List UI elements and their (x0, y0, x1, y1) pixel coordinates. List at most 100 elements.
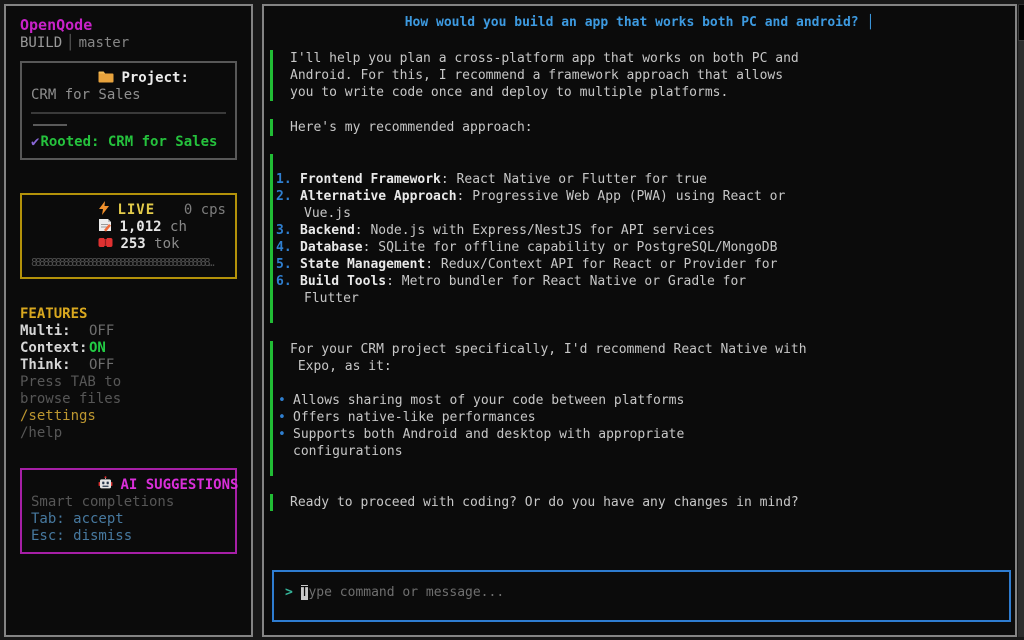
token-unit-label: tok (154, 236, 179, 253)
char-unit (162, 219, 170, 236)
feature-value: ON (89, 340, 106, 356)
feature-value: OFF (89, 323, 114, 339)
project-label: Project: (121, 70, 188, 87)
item-term: Alternative Approach (300, 189, 457, 204)
feature-hint: Press TAB to (20, 374, 237, 391)
features-hints: Press TAB tobrowse files (20, 374, 237, 408)
numbered-item: 3.Backend: Node.js with Express/NestJS f… (276, 222, 1015, 239)
command-link[interactable]: /settings (20, 408, 237, 425)
sidebar-panel: OpenQode BUILD│master Project: CRM for S… (4, 4, 253, 637)
feature-value: OFF (89, 357, 114, 373)
bullet-list: •Allows sharing most of your code betwee… (290, 392, 1015, 460)
numbered-item: 1.Frontend Framework: React Native or Fl… (276, 171, 1015, 188)
bullet-text: Supports both Android and desktop with a… (293, 427, 684, 442)
feature-toggle[interactable]: Multi:OFF (20, 323, 237, 340)
app-subtitle: BUILD│master (20, 34, 237, 52)
item-text: : Metro bundler for React Native or Grad… (386, 274, 746, 289)
ai-shortcut: Esc: dismiss (31, 528, 226, 545)
command-input[interactable]: > Type command or message... (272, 570, 1011, 622)
bullet-glyph: • (278, 392, 293, 409)
input-placeholder: ype command or message... (308, 585, 504, 600)
assistant-line: Expo, as it: (290, 358, 1015, 375)
activity-sparkline: 8888888888888888888888888888888888888888… (31, 255, 226, 270)
bullet-glyph: • (278, 409, 293, 426)
project-box: Project: CRM for Sales ✔ Rooted: CRM for… (20, 61, 237, 160)
item-number: 3. (276, 222, 300, 239)
bullet-text: Allows sharing most of your code between… (293, 393, 684, 408)
item-number: 5. (276, 256, 300, 273)
check-icon: ✔ (31, 134, 39, 151)
chat-panel: How would you build an app that works bo… (262, 4, 1017, 637)
numbered-item-continuation: Flutter (304, 290, 1015, 307)
user-question-text: How would you build an app that works bo… (405, 15, 867, 30)
item-term: Frontend Framework (300, 172, 441, 187)
char-count: 1,012 (119, 219, 161, 236)
rooted-status: Rooted: CRM for Sales (40, 134, 217, 151)
item-number: 2. (276, 188, 300, 205)
bullet-item: •Supports both Android and desktop with … (278, 426, 1015, 443)
features-commands: /settings/help (20, 408, 237, 442)
item-term: State Management (300, 257, 425, 272)
mode-branch-separator: │ (62, 35, 78, 51)
numbered-item: 2.Alternative Approach: Progressive Web … (276, 188, 1015, 205)
feature-label: Multi: (20, 323, 89, 340)
assistant-response: I'll help you plan a cross-platform app … (270, 50, 1015, 511)
mode-label: BUILD (20, 35, 62, 51)
ai-suggestions-title: AI SUGGESTIONS (120, 477, 238, 494)
token-count: 253 (120, 236, 145, 253)
live-stats-box: LIVE 0 cps 1,012 ch 253 tok 888888888888… (20, 193, 237, 279)
ai-suggestions-box: AI SUGGESTIONS Smart completions Tab: ac… (20, 468, 237, 554)
token-unit-space (146, 236, 154, 253)
bullet-text: Offers native-like performances (293, 410, 536, 425)
scrollbar-track[interactable] (1018, 4, 1024, 637)
assistant-line: For your CRM project specifically, I'd r… (290, 341, 1015, 358)
quoted-block: For your CRM project specifically, I'd r… (270, 341, 1015, 476)
item-term: Backend (300, 223, 355, 238)
features-toggles: Multi:OFFContext:ONThink:OFF (20, 323, 237, 374)
item-text: : Redux/Context API for React or Provide… (425, 257, 777, 272)
item-number: 6. (276, 273, 300, 290)
numbered-item: 4.Database: SQLite for offline capabilit… (276, 239, 1015, 256)
quoted-block: I'll help you plan a cross-platform app … (270, 50, 1015, 101)
feature-toggle[interactable]: Think:OFF (20, 357, 237, 374)
feature-label: Context: (20, 340, 89, 357)
prompt-space (293, 585, 301, 600)
bullet-glyph: • (278, 426, 293, 443)
numbered-item: 6.Build Tools: Metro bundler for React N… (276, 273, 1015, 290)
features-title: FEATURES (20, 306, 237, 323)
feature-label: Think: (20, 357, 89, 374)
ai-shortcuts: Tab: acceptEsc: dismiss (31, 511, 226, 545)
question-cursor: │ (866, 15, 874, 30)
item-text: : React Native or Flutter for true (441, 172, 707, 187)
item-term: Database (300, 240, 363, 255)
assistant-line: I'll help you plan a cross-platform app … (290, 50, 1015, 67)
command-link[interactable]: /help (20, 425, 237, 442)
app-title: OpenQode (20, 16, 237, 34)
assistant-line: Android. For this, I recommend a framewo… (290, 67, 1015, 84)
scrollbar-thumb[interactable] (1018, 5, 1024, 41)
item-number: 1. (276, 171, 300, 188)
quoted-block: 1.Frontend Framework: React Native or Fl… (270, 154, 1015, 323)
prompt-icon: > (285, 585, 293, 600)
bullet-item-continuation: configurations (293, 443, 1015, 460)
numbered-item: 5.State Management: Redux/Context API fo… (276, 256, 1015, 273)
ai-suggestions-subtitle: Smart completions (31, 494, 226, 511)
user-question: How would you build an app that works bo… (264, 14, 1015, 31)
assistant-line: Ready to proceed with coding? Or do you … (290, 494, 1015, 511)
cps-counter: 0 cps (184, 202, 226, 219)
git-branch-label: master (79, 35, 130, 51)
char-unit-label: ch (170, 219, 187, 236)
bullet-item: •Allows sharing most of your code betwee… (278, 392, 1015, 409)
feature-toggle[interactable]: Context:ON (20, 340, 237, 357)
bullet-item: •Offers native-like performances (278, 409, 1015, 426)
chat-area: How would you build an app that works bo… (264, 6, 1015, 635)
features-section: FEATURES Multi:OFFContext:ONThink:OFF Pr… (20, 306, 237, 442)
ai-shortcut: Tab: accept (31, 511, 226, 528)
project-name: CRM for Sales (31, 87, 226, 104)
item-text: : Progressive Web App (PWA) using React … (457, 189, 786, 204)
item-term: Build Tools (300, 274, 386, 289)
live-label: LIVE (117, 202, 155, 219)
assistant-line: you to write code once and deploy to mul… (290, 84, 1015, 101)
project-divider-short (33, 124, 67, 126)
quoted-block: Ready to proceed with coding? Or do you … (270, 494, 1015, 511)
